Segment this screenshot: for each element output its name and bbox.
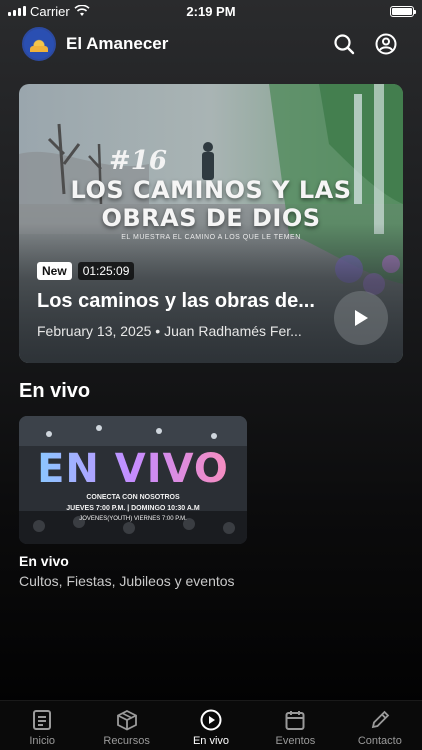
calendar-icon [285, 711, 305, 730]
duration-badge: 01:25:09 [77, 262, 135, 280]
artwork-title-line2: OBRAS DE DIOS [101, 204, 321, 232]
live-stream-thumbnail[interactable]: EN VIVO CONECTA CON NOSOTROS JUEVES 7:00… [19, 416, 247, 544]
series-number: #16 [109, 146, 167, 176]
tab-label: Contacto [357, 735, 402, 747]
carrier-info: Carrier [8, 4, 90, 19]
live-thumb-line2: JUEVES 7:00 P.M. | DOMINGO 10:30 A.M [66, 505, 200, 512]
app-header: El Amanecer [0, 24, 422, 64]
status-bar: Carrier 2:19 PM [0, 0, 422, 22]
tab-en-vivo[interactable]: En vivo [169, 701, 253, 750]
sermon-title: Los caminos y las obras de... [37, 290, 315, 312]
battery-icon [390, 5, 416, 17]
live-thumb-title: EN VIVO [19, 446, 247, 492]
live-item-name: En vivo [19, 553, 69, 569]
app-title: El Amanecer [66, 34, 169, 53]
church-logo [22, 27, 56, 61]
play-circle-icon [200, 709, 222, 731]
signal-icon [8, 6, 26, 16]
live-thumb-line1: CONECTA CON NOSOTROS [86, 494, 180, 501]
play-button[interactable] [334, 291, 388, 345]
tab-inicio[interactable]: Inicio [0, 701, 84, 750]
artwork-subtitle: EL MUESTRA EL CAMINO A LOS QUE LE TEMEN [121, 234, 301, 241]
search-icon [334, 34, 355, 55]
box-icon [116, 709, 137, 731]
tab-label: Recursos [103, 735, 150, 747]
tab-bar: Inicio Recursos En vivo Eventos Contacto [0, 700, 422, 750]
live-section-title: En vivo [19, 380, 91, 402]
live-item-description: Cultos, Fiestas, Jubileos y eventos [19, 573, 235, 589]
new-badge: New [37, 262, 72, 280]
profile-button[interactable] [372, 30, 400, 58]
tab-label: Eventos [275, 735, 316, 747]
tab-contacto[interactable]: Contacto [338, 701, 422, 750]
badges: New 01:25:09 [37, 262, 135, 280]
wifi-icon [74, 5, 90, 16]
search-button[interactable] [330, 30, 358, 58]
tab-recursos[interactable]: Recursos [84, 701, 168, 750]
tab-label: Inicio [29, 735, 56, 747]
document-icon [33, 710, 52, 730]
tab-eventos[interactable]: Eventos [253, 701, 337, 750]
profile-icon [375, 33, 397, 55]
tab-label: En vivo [192, 735, 230, 747]
pencil-icon [371, 710, 390, 729]
sermon-meta: February 13, 2025 • Juan Radhamés Fer... [37, 323, 302, 339]
artwork-title-line1: LOS CAMINOS Y LAS [70, 176, 352, 204]
featured-sermon-card[interactable]: #16 LOS CAMINOS Y LAS OBRAS DE DIOS EL M… [19, 84, 403, 363]
carrier-label: Carrier [30, 3, 70, 19]
live-thumb-line3: JOVENES(YOUTH) VIERNES 7:00 P.M. [79, 516, 187, 522]
play-icon [355, 310, 368, 326]
status-time: 2:19 PM [186, 3, 236, 19]
